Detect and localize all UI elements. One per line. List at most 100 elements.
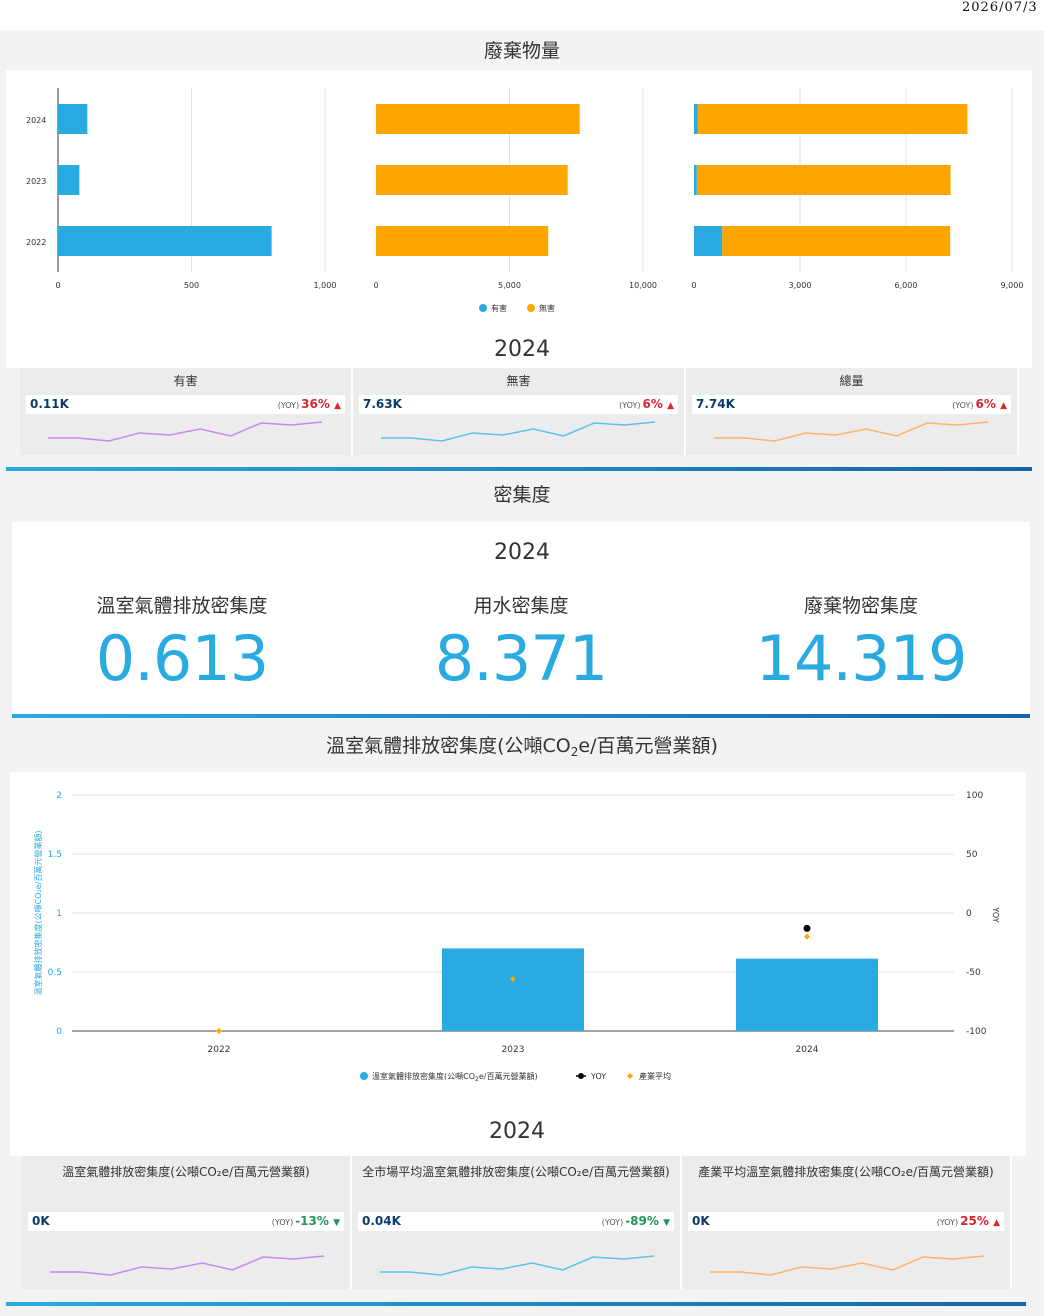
- kpi-value-bar: 7.74K (YOY) 6% ▲: [692, 395, 1011, 414]
- waste-density-label: 廢棄物密集度: [803, 595, 918, 617]
- ghg-density-label: 溫室氣體排放密集度: [96, 595, 268, 617]
- bar-hazardous-2023: [694, 165, 697, 195]
- kpi-title: 無害: [506, 374, 531, 388]
- kpi-yoy-value: 25%: [960, 1214, 994, 1228]
- kpi-yoy: (YOY) 6% ▲: [952, 397, 1007, 411]
- kpi-card: 全市場平均溫室氣體排放密集度(公噸CO₂e/百萬元營業額) 0.04K (YOY) -…: [352, 1156, 682, 1289]
- kpi-value: 0.11K: [30, 397, 69, 411]
- kpi-card: 溫室氣體排放密集度(公噸CO₂e/百萬元營業額) 0K (YOY) -13% ▼: [22, 1156, 352, 1289]
- kpi-yoy: (YOY) 25% ▲: [937, 1214, 1000, 1228]
- kpi-card: 有害 0.11K (YOY) 36% ▲: [20, 368, 353, 455]
- kpi-value-bar: 7.63K (YOY) 6% ▲: [359, 395, 678, 414]
- water-density-value: 8.371: [434, 622, 609, 695]
- kpi-value: 7.74K: [696, 397, 735, 411]
- ghg-section-divider: [6, 1302, 1026, 1306]
- density-section-title: 密集度: [493, 484, 551, 506]
- x-tick-label: 2022: [208, 1045, 231, 1055]
- x-tick-label: 3,000: [789, 281, 812, 290]
- y-axis-title: 溫室氣體排放密集度(公噸CO₂e/百萬元營業額): [33, 831, 43, 996]
- legend-marker: [360, 1072, 368, 1080]
- bar-nonhazardous-2023: [696, 165, 951, 195]
- ghg-section-title: 溫室氣體排放密集度(公噸CO2e/百萬元營業額): [326, 735, 718, 759]
- x-tick-label: 6,000: [895, 281, 918, 290]
- legend-label: 產業平均: [639, 1071, 671, 1081]
- ghg-year: 2024: [489, 1119, 545, 1144]
- legend-label: 無害: [539, 303, 555, 313]
- kpi-value-bar: 0.04K (YOY) -89% ▼: [358, 1212, 674, 1231]
- y-right-tick-label: 0: [966, 909, 972, 919]
- kpi-sparkline: [378, 1254, 656, 1282]
- report-date: 2026/07/3: [962, 0, 1038, 15]
- bar-hazardous-2024: [694, 104, 698, 134]
- bar-2023: [376, 165, 568, 195]
- y-right-tick-label: -50: [966, 968, 981, 978]
- kpi-title: 產業平均溫室氣體排放密集度(公噸CO₂e/百萬元營業額): [698, 1165, 994, 1179]
- ghg-density-value: 0.613: [95, 622, 270, 695]
- kpi-yoy: (YOY) 6% ▲: [619, 397, 674, 411]
- legend-marker: [527, 304, 535, 312]
- y-right-tick-label: 100: [966, 791, 983, 801]
- legend-marker: [627, 1073, 633, 1079]
- top-strip: [0, 0, 1044, 30]
- kpi-yoy-label: (YOY): [619, 401, 641, 410]
- triangle-up-icon: ▲: [1000, 401, 1007, 411]
- bar-2022: [58, 226, 272, 256]
- kpi-yoy: (YOY) -13% ▼: [272, 1214, 340, 1228]
- triangle-down-icon: ▼: [333, 1218, 340, 1228]
- waste-charts-panel: 2022 2023 2024 0 500 1,000 0 5,000 10,000 0 3,000 6…: [6, 70, 1032, 324]
- kpi-title: 總量: [839, 374, 864, 388]
- kpi-yoy-value: -13%: [295, 1214, 334, 1228]
- triangle-up-icon: ▲: [667, 401, 674, 411]
- bar-2023: [58, 165, 80, 195]
- sparkline-path: [380, 1255, 655, 1276]
- sparkline-path: [710, 1255, 985, 1276]
- bar-hazardous-2022: [694, 226, 723, 256]
- waste-kpi-row: 有害 0.11K (YOY) 36% ▲ 無害 7.63K (YOY) 6% ▲ 總量 7.74K…: [20, 368, 1019, 455]
- kpi-sparkline: [48, 1254, 326, 1282]
- kpi-sparkline: [379, 420, 657, 448]
- waste-year: 2024: [494, 337, 550, 362]
- kpi-yoy-label: (YOY): [277, 401, 300, 410]
- kpi-card: 產業平均溫室氣體排放密集度(公噸CO₂e/百萬元營業額) 0K (YOY) 25% ▲: [682, 1156, 1012, 1289]
- y-right-tick-label: -100: [966, 1027, 987, 1037]
- density-year: 2024: [494, 540, 550, 565]
- bar-2024: [376, 104, 580, 134]
- kpi-value: 0K: [692, 1214, 710, 1228]
- kpi-value: 0K: [32, 1214, 50, 1228]
- kpi-yoy: (YOY) -89% ▼: [602, 1214, 670, 1228]
- kpi-yoy: (YOY) 36% ▲: [278, 397, 341, 411]
- kpi-yoy-label: (YOY): [271, 1218, 294, 1227]
- sparkline: [714, 421, 989, 442]
- kpi-value: 7.63K: [363, 397, 402, 411]
- bar-2023: [442, 948, 584, 1031]
- ghg-kpi-row: 溫室氣體排放密集度(公噸CO₂e/百萬元營業額) 0K (YOY) -13% ▼ 全市場…: [22, 1156, 1012, 1289]
- yoy-point-2024: [803, 924, 811, 932]
- waste-section-title: 廢棄物量: [483, 40, 560, 62]
- y-tick-label: 0.5: [48, 968, 62, 978]
- y-right-axis-title: YOY: [991, 906, 1000, 922]
- kpi-yoy-value: -89%: [625, 1214, 664, 1228]
- kpi-yoy-label: (YOY): [936, 1218, 959, 1227]
- sparkline: [381, 421, 656, 442]
- x-tick-label: 10,000: [629, 281, 657, 290]
- bar-2024: [736, 958, 878, 1031]
- kpi-yoy-value: 6%: [642, 397, 668, 411]
- year-tick-label: 2023: [26, 177, 46, 186]
- kpi-card: 無害 7.63K (YOY) 6% ▲: [353, 368, 686, 455]
- kpi-yoy-value: 36%: [301, 397, 335, 411]
- ghg-combo-chart: 0 0.5 1 1.5 2 -100 -50 0 50 100 溫室氣體排放密集度(公噸CO₂e/百…: [33, 791, 1000, 1083]
- industry-avg-point-2024: [804, 933, 810, 940]
- x-tick-label: 1,000: [314, 281, 337, 290]
- x-tick-label: 5,000: [498, 281, 521, 290]
- waste-section-divider: [6, 467, 1032, 471]
- sparkline-path: [714, 421, 989, 442]
- sparkline-path: [50, 1255, 325, 1276]
- industry-avg-point-2022: [216, 1028, 222, 1034]
- sparkline: [48, 421, 323, 442]
- waste-density-value: 14.319: [755, 622, 968, 695]
- sparkline: [710, 1255, 985, 1276]
- ghg-chart-panel: 0 0.5 1 1.5 2 -100 -50 0 50 100 溫室氣體排放密集度(公噸CO₂e/百…: [10, 772, 1026, 1098]
- legend-label: 有害: [491, 303, 507, 313]
- x-tick-label: 0: [691, 281, 696, 290]
- triangle-up-icon: ▲: [334, 401, 341, 411]
